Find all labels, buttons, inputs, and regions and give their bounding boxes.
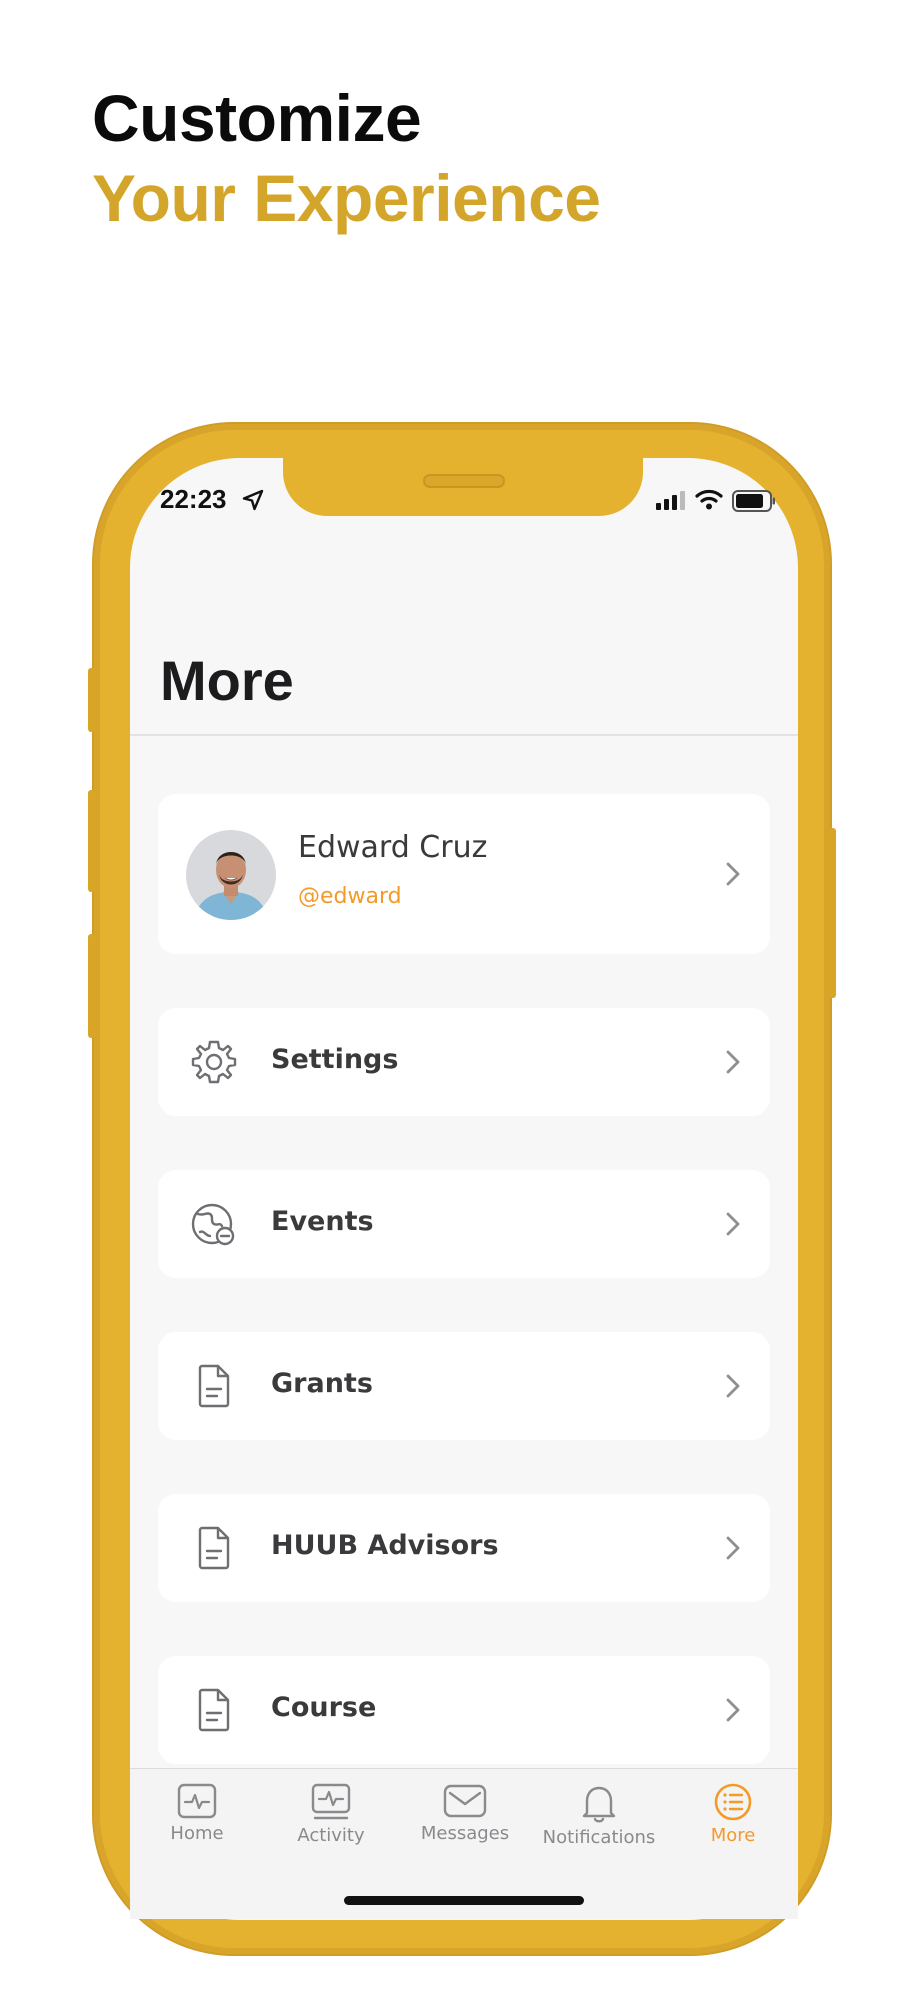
profile-handle: @edward (298, 884, 402, 909)
phone-power-button (828, 828, 836, 998)
headline-line-1: Customize (92, 81, 422, 155)
chevron-right-icon (726, 1050, 740, 1074)
document-icon (198, 1688, 230, 1732)
tab-home[interactable]: Home (130, 1783, 264, 1844)
tab-messages[interactable]: Messages (398, 1783, 532, 1844)
tab-label: Notifications (542, 1827, 656, 1848)
menu-item-label: Course (271, 1692, 377, 1723)
avatar (186, 830, 276, 920)
chevron-right-icon (726, 1536, 740, 1560)
tab-label: Home (170, 1823, 224, 1844)
battery-icon (732, 490, 775, 512)
location-arrow-icon (242, 489, 264, 511)
chevron-right-icon (726, 1374, 740, 1398)
tab-notifications[interactable]: Notifications (532, 1783, 666, 1848)
envelope-icon (443, 1784, 487, 1818)
phone-volume-up (88, 790, 96, 892)
chevron-right-icon (726, 1698, 740, 1722)
menu-item-course[interactable]: Course (158, 1656, 770, 1764)
menu-item-label: HUUB Advisors (271, 1530, 499, 1561)
activity-icon (311, 1783, 351, 1820)
menu-item-label: Grants (271, 1368, 373, 1399)
phone-speaker (423, 474, 505, 488)
pulse-icon (177, 1783, 217, 1819)
cellular-signal-icon (656, 491, 685, 510)
menu-item-huub-advisors[interactable]: HUUB Advisors (158, 1494, 770, 1602)
home-indicator[interactable] (344, 1896, 584, 1905)
profile-card[interactable]: Edward Cruz @edward (158, 794, 770, 954)
menu-item-events[interactable]: Events (158, 1170, 770, 1278)
tab-label: Activity (297, 1825, 365, 1846)
status-time: 22:23 (160, 484, 227, 514)
menu-item-grants[interactable]: Grants (158, 1332, 770, 1440)
tab-more[interactable]: More (666, 1783, 800, 1846)
chevron-right-icon (726, 1212, 740, 1236)
list-icon (714, 1783, 752, 1821)
page-title: More (160, 649, 294, 712)
phone-volume-down (88, 934, 96, 1038)
profile-name: Edward Cruz (298, 830, 488, 865)
document-icon (198, 1364, 230, 1408)
tab-label: Messages (420, 1823, 510, 1844)
bell-icon (582, 1786, 616, 1823)
gear-icon (191, 1040, 237, 1084)
document-icon (198, 1526, 230, 1570)
menu-item-settings[interactable]: Settings (158, 1008, 770, 1116)
globe-icon (191, 1203, 235, 1246)
promo-headline: Customize Your Experience (92, 78, 601, 238)
phone-silent-switch (88, 668, 96, 732)
headline-line-2: Your Experience (92, 161, 601, 235)
wifi-icon (695, 489, 723, 510)
tab-activity[interactable]: Activity (264, 1783, 398, 1846)
tab-label: More (710, 1825, 756, 1846)
chevron-right-icon (726, 862, 740, 886)
menu-item-label: Events (271, 1206, 374, 1237)
menu-item-label: Settings (271, 1044, 399, 1075)
header-divider (130, 734, 798, 736)
